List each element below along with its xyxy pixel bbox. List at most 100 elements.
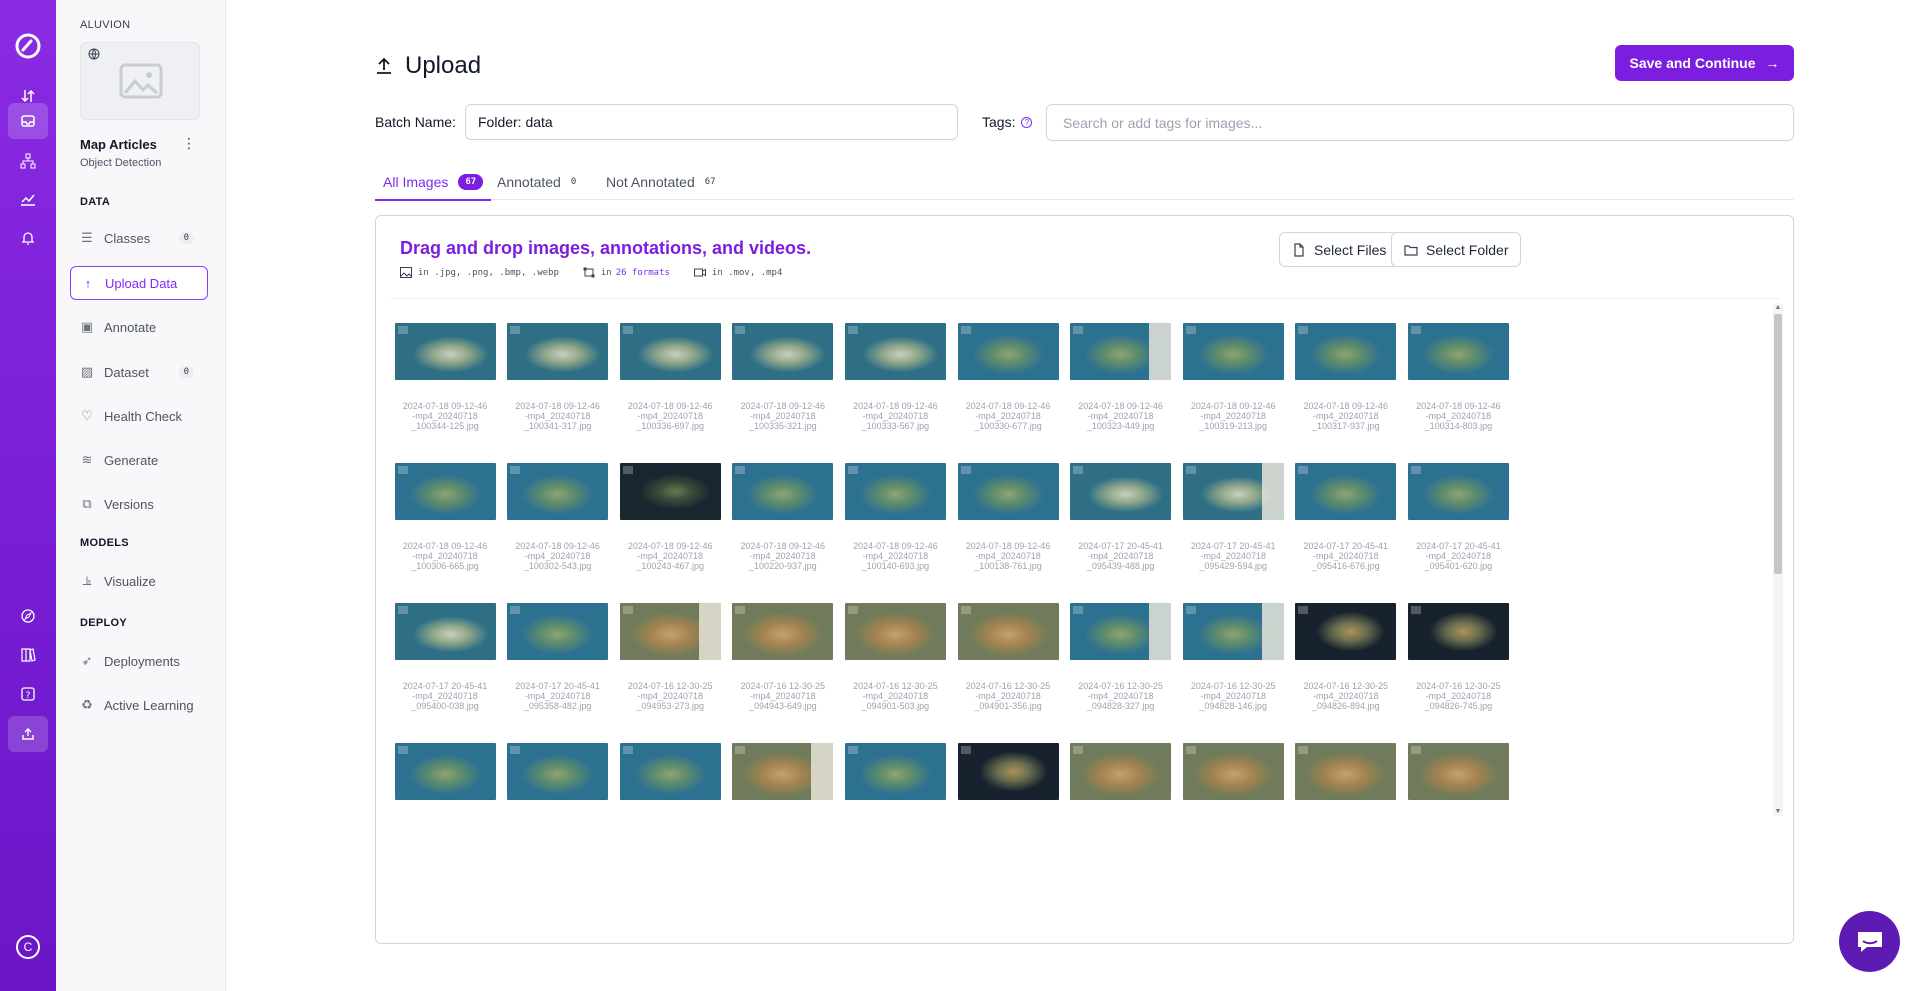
dropzone[interactable]: Drag and drop images, annotations, and v… [375, 215, 1794, 944]
image-card[interactable] [835, 743, 955, 800]
image-thumbnail[interactable] [394, 323, 496, 380]
batch-name-input[interactable]: Folder: data [465, 104, 958, 140]
image-thumbnail[interactable] [844, 463, 946, 520]
roboflow-logo-icon[interactable] [12, 30, 44, 62]
image-thumbnail[interactable] [394, 463, 496, 520]
hierarchy-icon[interactable] [8, 143, 48, 179]
image-card[interactable]: 2024-07-18 09-12-46 -mp4_20240718 _100341-… [498, 323, 618, 431]
image-card[interactable]: 2024-07-18 09-12-46 -mp4_20240718 _100330-… [948, 323, 1068, 431]
image-card[interactable] [610, 743, 730, 800]
sidebar-item-deployments[interactable]: ➶ Deployments [70, 644, 208, 678]
image-thumbnail[interactable] [732, 743, 834, 800]
image-thumbnail[interactable] [844, 603, 946, 660]
image-thumbnail[interactable] [957, 323, 1059, 380]
bell-icon[interactable] [8, 220, 48, 256]
tab-not-annotated[interactable]: Not Annotated 67 [598, 164, 724, 200]
help-icon[interactable]: ? [8, 676, 48, 712]
image-card[interactable]: 2024-07-16 12-30-25 -mp4_20240718 _094943-… [723, 603, 843, 711]
image-card[interactable]: 2024-07-17 20-45-41 -mp4_20240718 _095439-… [1061, 463, 1181, 571]
image-card[interactable] [1398, 743, 1518, 800]
sidebar-item-versions[interactable]: ⧉ Versions [70, 487, 208, 521]
image-card[interactable] [948, 743, 1068, 800]
image-thumbnail[interactable] [1070, 323, 1172, 380]
sidebar-item-health-check[interactable]: ♡ Health Check [70, 399, 208, 433]
select-files-button[interactable]: Select Files [1279, 232, 1400, 267]
image-card[interactable]: 2024-07-18 09-12-46 -mp4_20240718 _100344-… [385, 323, 505, 431]
image-card[interactable]: 2024-07-18 09-12-46 -mp4_20240718 _100333-… [835, 323, 955, 431]
image-card[interactable]: 2024-07-16 12-30-25 -mp4_20240718 _094901-… [948, 603, 1068, 711]
image-thumbnail[interactable] [957, 463, 1059, 520]
image-card[interactable] [498, 743, 618, 800]
image-card[interactable]: 2024-07-16 12-30-25 -mp4_20240718 _094826-… [1286, 603, 1406, 711]
select-folder-button[interactable]: Select Folder [1391, 232, 1522, 267]
sidebar-item-dataset[interactable]: ▨ Dataset 0 [70, 355, 208, 389]
sidebar-item-visualize[interactable]: ⫡ Visualize [70, 564, 208, 598]
image-thumbnail[interactable] [844, 323, 946, 380]
image-thumbnail[interactable] [619, 603, 721, 660]
image-card[interactable]: 2024-07-18 09-12-46 -mp4_20240718 _100140-… [835, 463, 955, 571]
kebab-menu-icon[interactable]: ⋮ [182, 136, 196, 152]
image-thumbnail[interactable] [507, 463, 609, 520]
image-thumbnail[interactable] [1295, 743, 1397, 800]
image-thumbnail[interactable] [394, 603, 496, 660]
image-card[interactable]: 2024-07-18 09-12-46 -mp4_20240718 _100220-… [723, 463, 843, 571]
image-card[interactable]: 2024-07-17 20-45-41 -mp4_20240718 _095358-… [498, 603, 618, 711]
image-card[interactable]: 2024-07-18 09-12-46 -mp4_20240718 _100314-… [1398, 323, 1518, 431]
image-thumbnail[interactable] [732, 603, 834, 660]
grid-scrollbar[interactable]: ▲ ▼ [1773, 304, 1783, 816]
image-thumbnail[interactable] [1295, 603, 1397, 660]
scroll-down-icon[interactable]: ▼ [1774, 808, 1782, 816]
image-card[interactable]: 2024-07-17 20-45-41 -mp4_20240718 _095401-… [1398, 463, 1518, 571]
image-card[interactable] [385, 743, 505, 800]
chat-support-button[interactable] [1839, 911, 1900, 972]
image-thumbnail[interactable] [1182, 743, 1284, 800]
sidebar-item-generate[interactable]: ≋ Generate [70, 443, 208, 477]
image-card[interactable]: 2024-07-17 20-45-41 -mp4_20240718 _095416-… [1286, 463, 1406, 571]
sidebar-item-annotate[interactable]: ▣ Annotate [70, 310, 208, 344]
image-thumbnail[interactable] [619, 323, 721, 380]
image-thumbnail[interactable] [1070, 743, 1172, 800]
tags-search-input[interactable]: Search or add tags for images... [1046, 104, 1794, 141]
image-thumbnail[interactable] [1407, 743, 1509, 800]
image-thumbnail[interactable] [1070, 603, 1172, 660]
image-card[interactable] [1061, 743, 1181, 800]
image-thumbnail[interactable] [844, 743, 946, 800]
image-card[interactable]: 2024-07-18 09-12-46 -mp4_20240718 _100243-… [610, 463, 730, 571]
sidebar-item-active-learning[interactable]: ♻ Active Learning [70, 688, 208, 722]
image-thumbnail[interactable] [507, 603, 609, 660]
image-thumbnail[interactable] [507, 743, 609, 800]
scrollbar-thumb[interactable] [1774, 314, 1782, 574]
image-card[interactable]: 2024-07-18 09-12-46 -mp4_20240718 _100302-… [498, 463, 618, 571]
tab-annotated[interactable]: Annotated 0 [489, 164, 584, 200]
image-card[interactable]: 2024-07-18 09-12-46 -mp4_20240718 _100319-… [1173, 323, 1293, 431]
image-card[interactable]: 2024-07-16 12-30-25 -mp4_20240718 _094826-… [1398, 603, 1518, 711]
sidebar-item-upload-data[interactable]: ↑ Upload Data [70, 266, 208, 300]
image-card[interactable]: 2024-07-18 09-12-46 -mp4_20240718 _100306-… [385, 463, 505, 571]
workspace-name[interactable]: ALUVION [80, 19, 130, 31]
image-card[interactable]: 2024-07-16 12-30-25 -mp4_20240718 _094953-… [610, 603, 730, 711]
image-thumbnail[interactable] [619, 743, 721, 800]
image-thumbnail[interactable] [507, 323, 609, 380]
image-thumbnail[interactable] [957, 743, 1059, 800]
image-card[interactable]: 2024-07-16 12-30-25 -mp4_20240718 _094828-… [1061, 603, 1181, 711]
image-card[interactable] [723, 743, 843, 800]
image-thumbnail[interactable] [1295, 463, 1397, 520]
image-card[interactable]: 2024-07-18 09-12-46 -mp4_20240718 _100317-… [1286, 323, 1406, 431]
save-and-continue-button[interactable]: Save and Continue → [1615, 45, 1794, 81]
upload-icon[interactable] [8, 716, 48, 752]
image-thumbnail[interactable] [732, 463, 834, 520]
image-card[interactable]: 2024-07-18 09-12-46 -mp4_20240718 _100138-… [948, 463, 1068, 571]
image-card[interactable]: 2024-07-18 09-12-46 -mp4_20240718 _100335-… [723, 323, 843, 431]
help-circle-icon[interactable]: ? [1021, 116, 1033, 128]
image-card[interactable]: 2024-07-16 12-30-25 -mp4_20240718 _094901-… [835, 603, 955, 711]
image-thumbnail[interactable] [1182, 463, 1284, 520]
image-card[interactable]: 2024-07-18 09-12-46 -mp4_20240718 _100323-… [1061, 323, 1181, 431]
image-card[interactable]: 2024-07-17 20-45-41 -mp4_20240718 _095400-… [385, 603, 505, 711]
chart-icon[interactable] [8, 181, 48, 217]
image-thumbnail[interactable] [1070, 463, 1172, 520]
image-thumbnail[interactable] [732, 323, 834, 380]
sidebar-item-classes[interactable]: ☰ Classes 0 [70, 221, 208, 255]
image-card[interactable] [1173, 743, 1293, 800]
image-thumbnail[interactable] [957, 603, 1059, 660]
image-card[interactable]: 2024-07-16 12-30-25 -mp4_20240718 _094828-… [1173, 603, 1293, 711]
